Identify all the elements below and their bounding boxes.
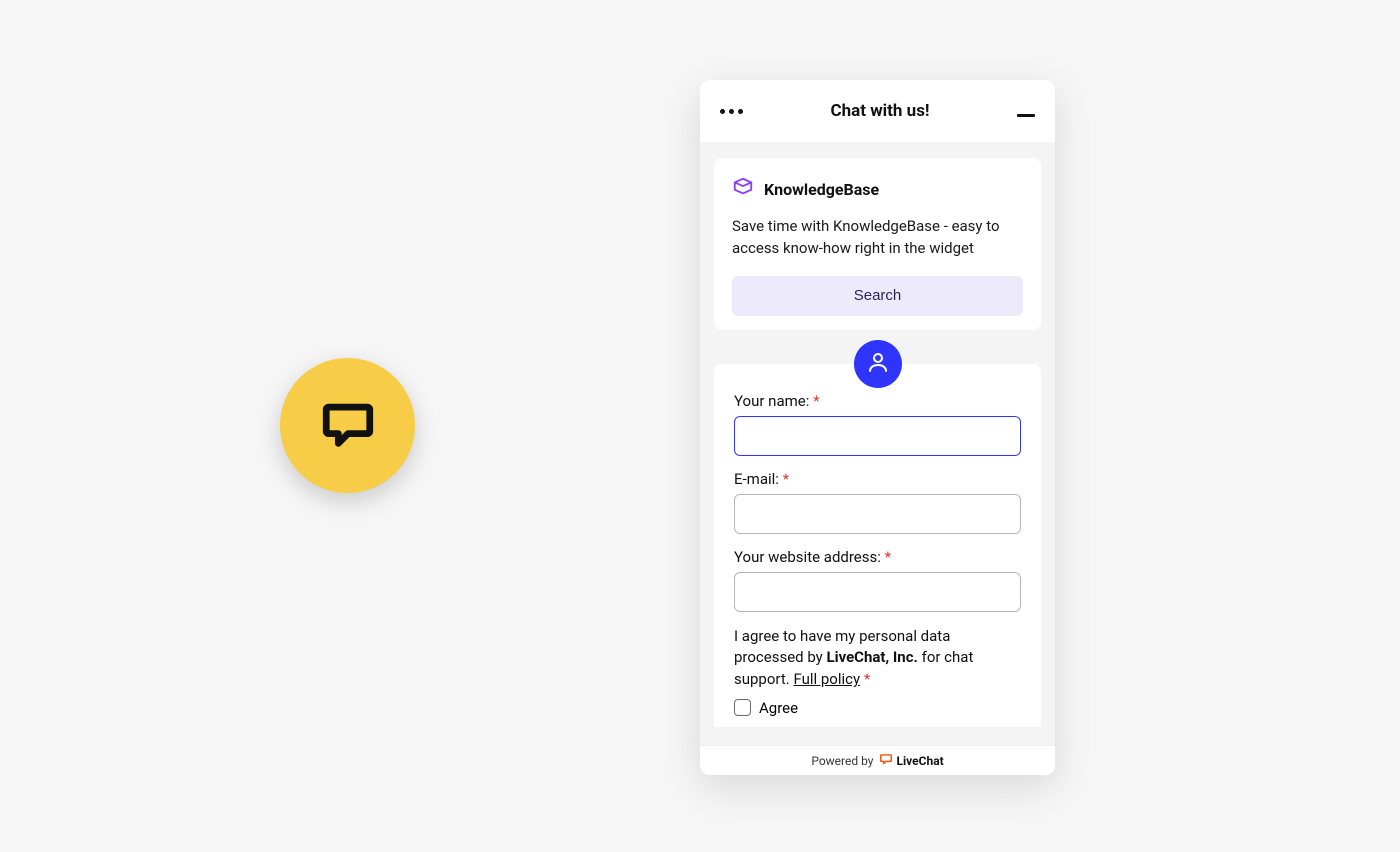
- chat-widget: Chat with us! KnowledgeBase Save time wi…: [700, 80, 1055, 775]
- livechat-icon: [879, 752, 896, 769]
- knowledgebase-icon: [732, 176, 754, 202]
- prechat-form: Your name: * E-mail: * Your website addr…: [714, 364, 1041, 727]
- knowledgebase-search-button[interactable]: Search: [732, 276, 1023, 316]
- website-label: Your website address: *: [734, 548, 1021, 566]
- livechat-link[interactable]: LiveChat: [879, 752, 943, 769]
- agree-row: Agree: [734, 699, 1021, 717]
- email-label: E-mail: *: [734, 470, 1021, 488]
- widget-title: Chat with us!: [830, 101, 929, 121]
- required-marker: *: [885, 548, 891, 566]
- name-field: Your name: *: [734, 392, 1021, 456]
- menu-dots-button[interactable]: [720, 109, 743, 114]
- knowledgebase-card: KnowledgeBase Save time with KnowledgeBa…: [714, 158, 1041, 330]
- required-marker: *: [783, 470, 789, 488]
- required-marker: *: [813, 392, 819, 410]
- required-marker: *: [864, 670, 870, 688]
- widget-footer: Powered by LiveChat: [700, 745, 1055, 775]
- agent-avatar: [854, 340, 902, 388]
- prechat-form-wrap: Your name: * E-mail: * Your website addr…: [714, 364, 1041, 727]
- livechat-brand: LiveChat: [896, 754, 943, 768]
- chat-launcher-button[interactable]: [280, 358, 415, 493]
- agree-checkbox[interactable]: [734, 699, 751, 716]
- minimize-button[interactable]: [1017, 114, 1035, 117]
- consent-text: I agree to have my personal data process…: [734, 626, 1021, 691]
- knowledgebase-heading: KnowledgeBase: [732, 176, 1023, 202]
- agree-label: Agree: [759, 699, 798, 717]
- name-label: Your name: *: [734, 392, 1021, 410]
- email-input[interactable]: [734, 494, 1021, 534]
- powered-by-text: Powered by: [811, 754, 873, 768]
- email-field: E-mail: *: [734, 470, 1021, 534]
- knowledgebase-description: Save time with KnowledgeBase - easy to a…: [732, 216, 1023, 260]
- full-policy-link[interactable]: Full policy: [793, 670, 860, 688]
- name-input[interactable]: [734, 416, 1021, 456]
- website-input[interactable]: [734, 572, 1021, 612]
- person-icon: [866, 350, 890, 378]
- knowledgebase-title: KnowledgeBase: [764, 180, 879, 199]
- widget-body: KnowledgeBase Save time with KnowledgeBa…: [700, 142, 1055, 745]
- chat-bubble-icon: [319, 395, 377, 457]
- widget-header: Chat with us!: [700, 80, 1055, 142]
- website-field: Your website address: *: [734, 548, 1021, 612]
